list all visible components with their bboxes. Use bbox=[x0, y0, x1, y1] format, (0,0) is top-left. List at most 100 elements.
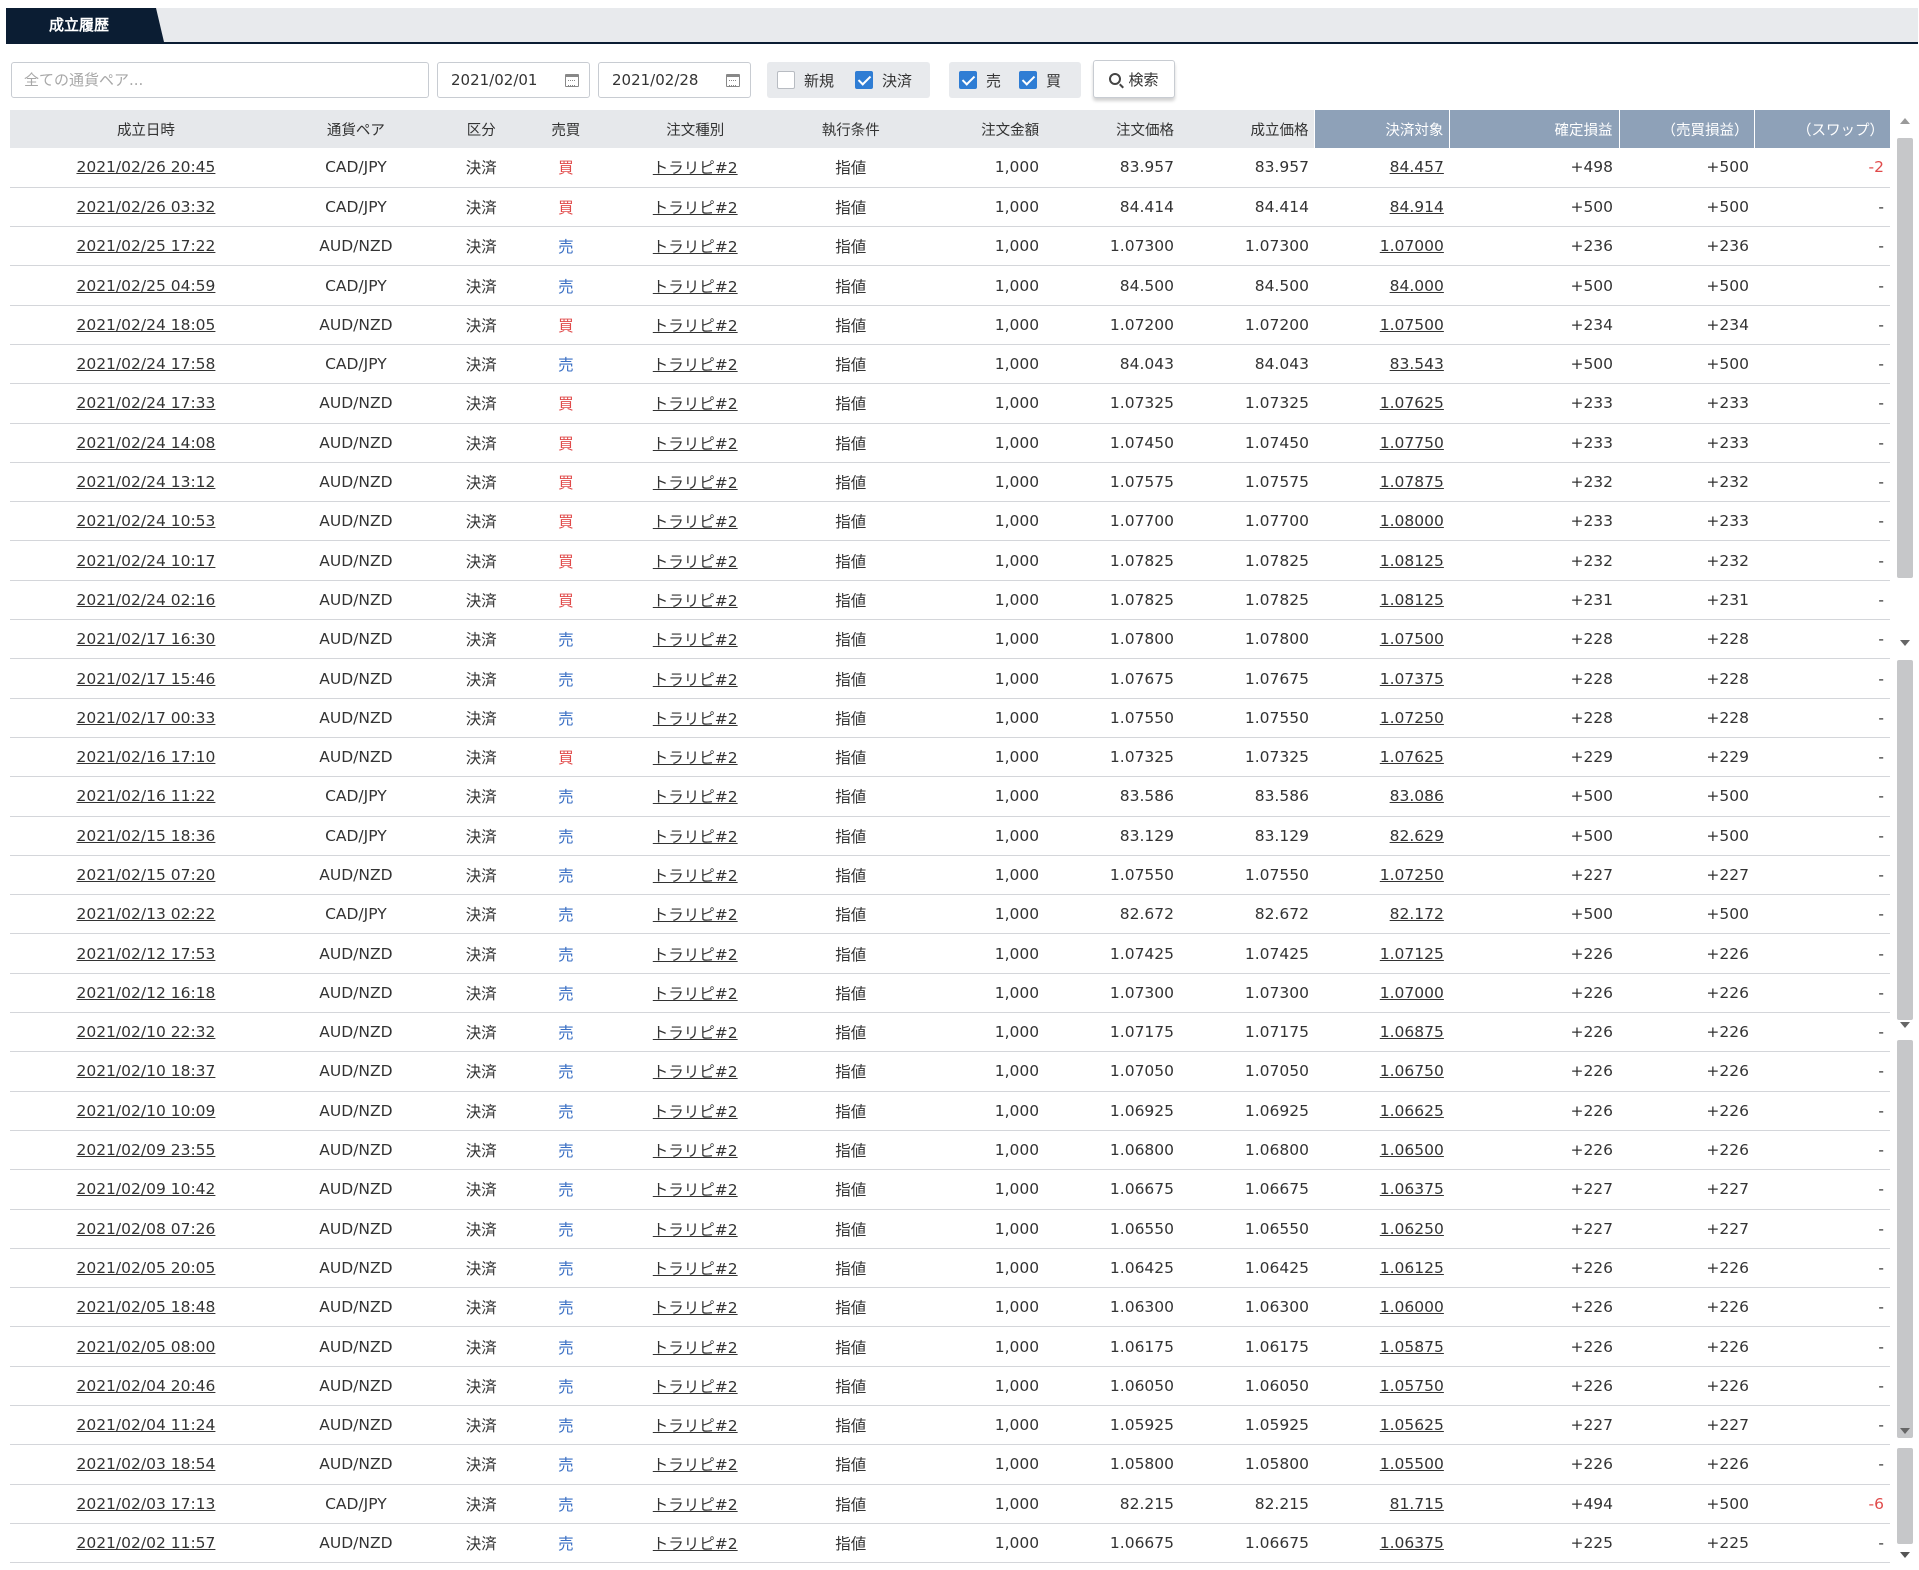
cell-order-type[interactable]: トラリピ#2 bbox=[599, 1091, 792, 1131]
cell-settlement-target[interactable]: 84.457 bbox=[1314, 148, 1450, 188]
cell-order-type[interactable]: トラリピ#2 bbox=[599, 737, 792, 778]
cell-execution-time[interactable]: 2021/02/08 07:26 bbox=[10, 1209, 282, 1249]
cell-execution-time[interactable]: 2021/02/17 15:46 bbox=[10, 658, 282, 699]
cell-execution-time[interactable]: 2021/02/15 07:20 bbox=[10, 855, 282, 896]
cell-settlement-target-text[interactable]: 83.543 bbox=[1390, 355, 1444, 373]
cell-execution-time[interactable]: 2021/02/12 16:18 bbox=[10, 973, 282, 1014]
cell-order-type[interactable]: トラリピ#2 bbox=[599, 501, 792, 542]
col-header-swap[interactable]: （スワップ） bbox=[1754, 110, 1890, 148]
cell-execution-time-text[interactable]: 2021/02/24 10:53 bbox=[76, 512, 215, 530]
col-header-side[interactable]: 売買 bbox=[532, 110, 600, 148]
cell-settlement-target-text[interactable]: 1.06875 bbox=[1380, 1023, 1444, 1041]
cell-settlement-target[interactable]: 81.715 bbox=[1314, 1484, 1450, 1524]
cell-settlement-target-text[interactable]: 1.06375 bbox=[1380, 1534, 1444, 1552]
cell-execution-time[interactable]: 2021/02/25 04:59 bbox=[10, 265, 282, 306]
cell-settlement-target-text[interactable]: 1.07250 bbox=[1380, 709, 1444, 727]
cell-execution-time-text[interactable]: 2021/02/26 20:45 bbox=[76, 158, 215, 176]
cell-settlement-target[interactable]: 1.06625 bbox=[1314, 1091, 1450, 1131]
cell-order-type-text[interactable]: トラリピ#2 bbox=[653, 356, 738, 374]
cell-order-type-text[interactable]: トラリピ#2 bbox=[653, 1496, 738, 1514]
date-to-field[interactable]: 2021/02/28 bbox=[598, 62, 751, 98]
cell-settlement-target-text[interactable]: 1.07750 bbox=[1380, 434, 1444, 452]
cell-order-type[interactable]: トラリピ#2 bbox=[599, 148, 792, 188]
cell-order-type-text[interactable]: トラリピ#2 bbox=[653, 671, 738, 689]
cell-order-type-text[interactable]: トラリピ#2 bbox=[653, 1063, 738, 1081]
cell-settlement-target-text[interactable]: 83.086 bbox=[1390, 787, 1444, 805]
cell-settlement-target-text[interactable]: 1.07625 bbox=[1380, 748, 1444, 766]
cell-settlement-target[interactable]: 1.08000 bbox=[1314, 501, 1450, 542]
cell-execution-time-text[interactable]: 2021/02/15 18:36 bbox=[76, 827, 215, 845]
checkbox-settlement[interactable]: 決済 bbox=[855, 70, 912, 90]
cell-order-type[interactable]: トラリピ#2 bbox=[599, 187, 792, 228]
cell-order-type[interactable]: トラリピ#2 bbox=[599, 580, 792, 621]
cell-settlement-target[interactable]: 1.07875 bbox=[1314, 462, 1450, 503]
cell-execution-time[interactable]: 2021/02/05 18:48 bbox=[10, 1287, 282, 1328]
cell-execution-time-text[interactable]: 2021/02/09 10:42 bbox=[76, 1180, 215, 1198]
cell-order-type[interactable]: トラリピ#2 bbox=[599, 344, 792, 385]
cell-order-type-text[interactable]: トラリピ#2 bbox=[653, 788, 738, 806]
cell-order-type-text[interactable]: トラリピ#2 bbox=[653, 1378, 738, 1396]
cell-order-type[interactable]: トラリピ#2 bbox=[599, 776, 792, 817]
cell-execution-time[interactable]: 2021/02/24 17:58 bbox=[10, 344, 282, 385]
col-header-category[interactable]: 区分 bbox=[429, 110, 533, 148]
cell-execution-time-text[interactable]: 2021/02/24 17:33 bbox=[76, 394, 215, 412]
checkbox-unchecked-icon[interactable] bbox=[777, 71, 795, 89]
cell-order-type[interactable]: トラリピ#2 bbox=[599, 933, 792, 974]
cell-settlement-target-text[interactable]: 1.06625 bbox=[1380, 1102, 1444, 1120]
cell-order-type-text[interactable]: トラリピ#2 bbox=[653, 1299, 738, 1317]
cell-order-type-text[interactable]: トラリピ#2 bbox=[653, 828, 738, 846]
cell-execution-time-text[interactable]: 2021/02/05 20:05 bbox=[76, 1259, 215, 1277]
cell-execution-time[interactable]: 2021/02/24 10:53 bbox=[10, 501, 282, 542]
cell-order-type-text[interactable]: トラリピ#2 bbox=[653, 1417, 738, 1435]
cell-execution-time-text[interactable]: 2021/02/03 18:54 bbox=[76, 1455, 215, 1473]
cell-execution-time[interactable]: 2021/02/02 11:57 bbox=[10, 1523, 282, 1564]
cell-settlement-target[interactable]: 1.07625 bbox=[1314, 383, 1450, 424]
cell-settlement-target-text[interactable]: 82.629 bbox=[1390, 827, 1444, 845]
cell-settlement-target[interactable]: 1.06250 bbox=[1314, 1209, 1450, 1249]
cell-settlement-target-text[interactable]: 1.06125 bbox=[1380, 1259, 1444, 1277]
checkbox-buy[interactable]: 買 bbox=[1019, 70, 1061, 90]
cell-execution-time[interactable]: 2021/02/10 18:37 bbox=[10, 1051, 282, 1092]
scrollbar-thumb[interactable] bbox=[1897, 1040, 1913, 1438]
cell-settlement-target[interactable]: 1.07250 bbox=[1314, 698, 1450, 738]
cell-execution-time[interactable]: 2021/02/24 10:17 bbox=[10, 540, 282, 581]
cell-settlement-target-text[interactable]: 84.000 bbox=[1390, 277, 1444, 295]
cell-execution-time-text[interactable]: 2021/02/10 18:37 bbox=[76, 1062, 215, 1080]
cell-settlement-target[interactable]: 83.086 bbox=[1314, 776, 1450, 817]
cell-settlement-target[interactable]: 1.07500 bbox=[1314, 305, 1450, 345]
col-header-execution-condition[interactable]: 執行条件 bbox=[791, 110, 911, 148]
cell-order-type-text[interactable]: トラリピ#2 bbox=[653, 1535, 738, 1553]
cell-order-type[interactable]: トラリピ#2 bbox=[599, 816, 792, 856]
cell-settlement-target-text[interactable]: 1.07625 bbox=[1380, 394, 1444, 412]
cell-execution-time-text[interactable]: 2021/02/13 02:22 bbox=[76, 905, 215, 923]
cell-order-type-text[interactable]: トラリピ#2 bbox=[653, 710, 738, 728]
cell-execution-time-text[interactable]: 2021/02/25 04:59 bbox=[76, 277, 215, 295]
date-from-field[interactable]: 2021/02/01 bbox=[437, 62, 590, 98]
cell-order-type[interactable]: トラリピ#2 bbox=[599, 462, 792, 503]
checkbox-checked-icon[interactable] bbox=[855, 71, 873, 89]
cell-order-type[interactable]: トラリピ#2 bbox=[599, 265, 792, 306]
cell-execution-time[interactable]: 2021/02/15 18:36 bbox=[10, 816, 282, 856]
cell-order-type-text[interactable]: トラリピ#2 bbox=[653, 946, 738, 964]
cell-settlement-target[interactable]: 1.05875 bbox=[1314, 1326, 1450, 1367]
cell-execution-time[interactable]: 2021/02/10 22:32 bbox=[10, 1012, 282, 1053]
cell-execution-time-text[interactable]: 2021/02/24 18:05 bbox=[76, 316, 215, 334]
cell-settlement-target[interactable]: 1.05625 bbox=[1314, 1405, 1450, 1446]
cell-order-type[interactable]: トラリピ#2 bbox=[599, 1444, 792, 1485]
col-header-execution-time[interactable]: 成立日時 bbox=[10, 110, 282, 148]
cell-settlement-target[interactable]: 1.07625 bbox=[1314, 737, 1450, 778]
cell-order-type[interactable]: トラリピ#2 bbox=[599, 1287, 792, 1328]
cell-execution-time-text[interactable]: 2021/02/10 22:32 bbox=[76, 1023, 215, 1041]
cell-settlement-target-text[interactable]: 1.07500 bbox=[1380, 316, 1444, 334]
cell-execution-time[interactable]: 2021/02/09 23:55 bbox=[10, 1130, 282, 1171]
cell-order-type[interactable]: トラリピ#2 bbox=[599, 855, 792, 896]
cell-order-type[interactable]: トラリピ#2 bbox=[599, 1405, 792, 1446]
cell-settlement-target[interactable]: 1.06125 bbox=[1314, 1248, 1450, 1289]
checkbox-new[interactable]: 新規 bbox=[777, 70, 834, 90]
cell-settlement-target[interactable]: 1.05500 bbox=[1314, 1444, 1450, 1485]
cell-settlement-target-text[interactable]: 1.05750 bbox=[1380, 1377, 1444, 1395]
cell-execution-time[interactable]: 2021/02/24 13:12 bbox=[10, 462, 282, 503]
cell-settlement-target-text[interactable]: 1.05875 bbox=[1380, 1338, 1444, 1356]
scrollbar-thumb[interactable] bbox=[1897, 138, 1913, 578]
col-header-realized-pl[interactable]: 確定損益 bbox=[1449, 110, 1620, 148]
